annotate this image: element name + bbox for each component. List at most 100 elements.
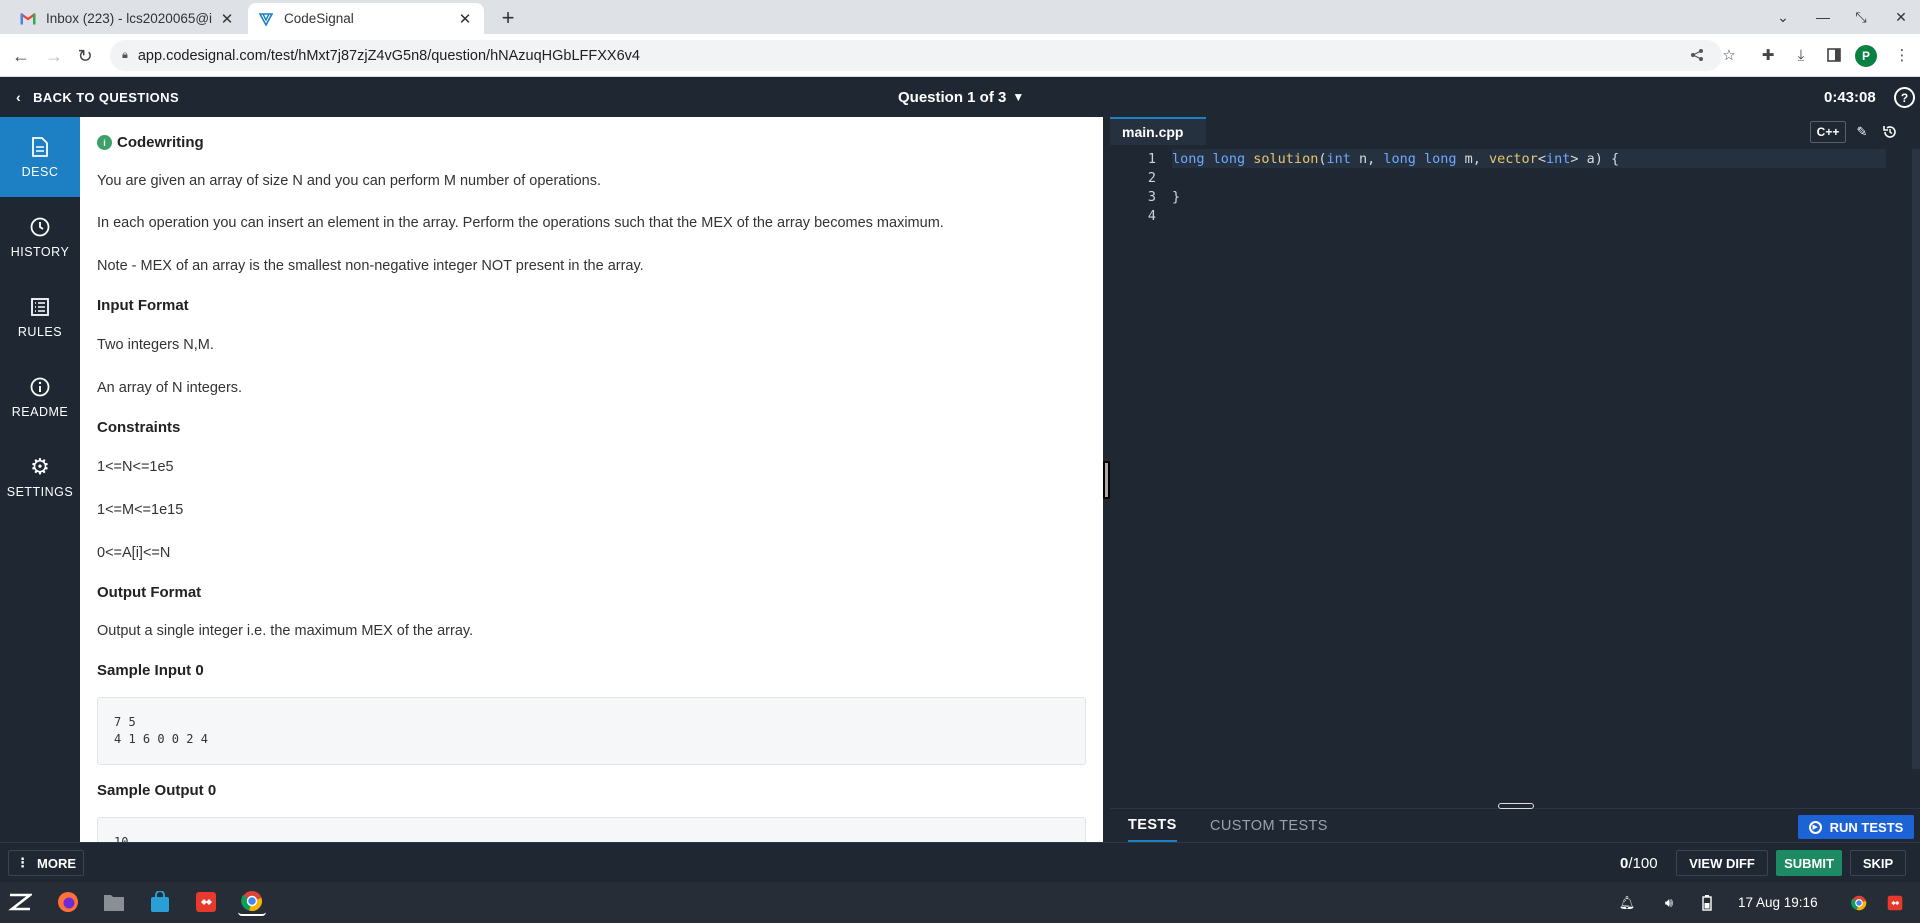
battery-icon[interactable]: [1696, 892, 1718, 914]
close-window-icon[interactable]: ✕: [1886, 4, 1916, 30]
more-button[interactable]: ⋮ MORE: [8, 850, 84, 876]
gmail-icon: [20, 11, 36, 27]
code-text-area[interactable]: 1 long long solution(int n, long long m,…: [1110, 149, 1910, 769]
sidebar-item-label: HISTORY: [10, 245, 70, 259]
sidebar-item-readme[interactable]: README: [0, 357, 80, 437]
code-line: 2: [1110, 168, 1910, 187]
line-number: 3: [1147, 188, 1156, 205]
chevron-left-icon: ‹: [16, 89, 22, 105]
score-total: /100: [1628, 854, 1658, 872]
sidebar-item-label: SETTINGS: [6, 485, 74, 499]
input-format-heading: Input Format: [97, 297, 189, 314]
input-format-line: Two integers N,M.: [97, 337, 214, 353]
reload-icon[interactable]: ↻: [72, 43, 98, 69]
gear-icon: ⚙: [30, 454, 50, 479]
browser-tab-codesignal[interactable]: CodeSignal ✕: [248, 3, 484, 34]
code-line: 3 }: [1110, 187, 1910, 206]
browser-tab-gmail[interactable]: Inbox (223) - lcs2020065@i ✕: [10, 3, 246, 34]
browser-toolbar: ← → ↻ 🔒︎ app.codesignal.com/test/hMxt7j8…: [0, 34, 1920, 77]
splitter-handle[interactable]: [1103, 461, 1110, 499]
chrome-tray-icon[interactable]: [1848, 892, 1870, 914]
sidebar-item-label: RULES: [17, 325, 63, 339]
play-icon: ▶: [1808, 820, 1822, 834]
star-icon[interactable]: ☆: [1717, 43, 1741, 67]
constraint-line: 0<=A[i]<=N: [97, 545, 171, 561]
reset-history-icon[interactable]: [1880, 122, 1900, 142]
info-icon: [28, 375, 52, 399]
os-taskbar: 🔔︎ 🔊︎ 17 Aug 19:16: [0, 882, 1920, 923]
question-selector[interactable]: Question 1 of 3 ▼: [898, 77, 1024, 117]
browser-tab-title: CodeSignal: [284, 11, 354, 26]
address-bar[interactable]: 🔒︎ app.codesignal.com/test/hMxt7j87zjZ4v…: [110, 40, 1722, 71]
line-number: 2: [1147, 169, 1156, 186]
chevron-down-icon[interactable]: ⌄: [1768, 4, 1798, 30]
tests-bar: TESTS CUSTOM TESTS ▶ RUN TESTS: [1110, 803, 1920, 843]
view-diff-button[interactable]: VIEW DIFF: [1676, 850, 1768, 876]
anydesk-icon[interactable]: [192, 888, 220, 916]
tests-resize-handle[interactable]: [1498, 803, 1534, 809]
task-type-text: Codewriting: [117, 134, 204, 151]
sample-input-block: 7 5 4 1 6 0 0 2 4: [97, 697, 1086, 765]
sidebar-item-label: README: [11, 405, 69, 419]
back-arrow-icon[interactable]: ←: [8, 43, 34, 69]
left-sidebar: DESC HISTORY RULES README ⚙ SETTINGS: [0, 117, 80, 842]
lock-icon: 🔒︎: [122, 49, 128, 61]
sidebar-item-history[interactable]: HISTORY: [0, 197, 80, 277]
submit-button[interactable]: SUBMIT: [1776, 850, 1842, 876]
tab-custom-tests[interactable]: CUSTOM TESTS: [1210, 809, 1328, 843]
volume-icon[interactable]: 🔊︎: [1658, 892, 1680, 914]
codewriting-icon: i: [97, 135, 112, 150]
line-number: 1: [1147, 150, 1156, 167]
run-tests-button[interactable]: ▶ RUN TESTS: [1798, 815, 1914, 839]
tab-tests[interactable]: TESTS: [1128, 809, 1177, 843]
question-selector-label: Question 1 of 3: [898, 88, 1007, 106]
skip-button[interactable]: SKIP: [1850, 850, 1906, 876]
new-tab-button[interactable]: +: [494, 5, 522, 30]
extensions-icon[interactable]: ✚: [1756, 43, 1780, 67]
code-line: 1 long long solution(int n, long long m,…: [1110, 149, 1910, 168]
panel-splitter[interactable]: [1103, 117, 1110, 842]
code-line-text: long long solution(int n, long long m, v…: [1172, 150, 1620, 167]
kebab-menu-icon[interactable]: ⋮: [1890, 43, 1914, 67]
sidebar-item-settings[interactable]: ⚙ SETTINGS: [0, 437, 80, 517]
sample-output-heading: Sample Output 0: [97, 782, 217, 799]
description-paragraph: You are given an array of size N and you…: [97, 173, 602, 189]
download-icon[interactable]: ⤓: [1789, 43, 1813, 67]
score-value: 0: [1620, 854, 1629, 872]
help-icon[interactable]: ?: [1894, 87, 1915, 108]
back-to-questions-button[interactable]: ‹ BACK TO QUESTIONS: [16, 77, 179, 117]
minimize-icon[interactable]: —: [1808, 4, 1838, 30]
sidebar-item-desc[interactable]: DESC: [0, 117, 80, 197]
bell-icon[interactable]: 🔔︎: [1616, 892, 1638, 914]
language-selector[interactable]: C++: [1810, 121, 1846, 143]
pencil-icon[interactable]: ✎: [1852, 122, 1872, 142]
files-icon[interactable]: [100, 888, 128, 916]
firefox-icon[interactable]: [54, 888, 82, 916]
clock-icon: [28, 215, 52, 239]
launcher-icon[interactable]: [6, 888, 34, 916]
back-label: BACK TO QUESTIONS: [33, 89, 180, 105]
list-icon: [28, 295, 52, 319]
sample-output-block: 10: [97, 817, 1086, 842]
close-icon[interactable]: ✕: [456, 10, 474, 28]
line-number: 4: [1147, 207, 1156, 224]
sidebar-item-rules[interactable]: RULES: [0, 277, 80, 357]
kebab-menu-icon: ⋮: [16, 855, 29, 870]
store-icon[interactable]: [146, 888, 174, 916]
timer: 0:43:08: [1824, 88, 1876, 106]
profile-avatar[interactable]: P: [1855, 45, 1877, 67]
restore-icon[interactable]: ⤡: [1846, 4, 1876, 30]
constraints-heading: Constraints: [97, 419, 181, 436]
close-icon[interactable]: ✕: [218, 10, 236, 28]
app-header: ‹ BACK TO QUESTIONS Question 1 of 3 ▼ 0:…: [0, 77, 1920, 117]
file-tab-main-cpp[interactable]: main.cpp: [1110, 117, 1206, 145]
description-paragraph: Note - MEX of an array is the smallest n…: [97, 258, 644, 274]
share-icon[interactable]: [1685, 43, 1709, 67]
side-panel-icon[interactable]: [1822, 43, 1846, 67]
editor-scrollbar[interactable]: [1912, 149, 1920, 769]
forward-arrow-icon[interactable]: →: [41, 43, 67, 69]
anydesk-tray-icon[interactable]: [1884, 892, 1906, 914]
chrome-icon[interactable]: [238, 888, 266, 916]
code-line: 4: [1110, 206, 1910, 225]
description-panel[interactable]: i Codewriting You are given an array of …: [80, 117, 1103, 842]
